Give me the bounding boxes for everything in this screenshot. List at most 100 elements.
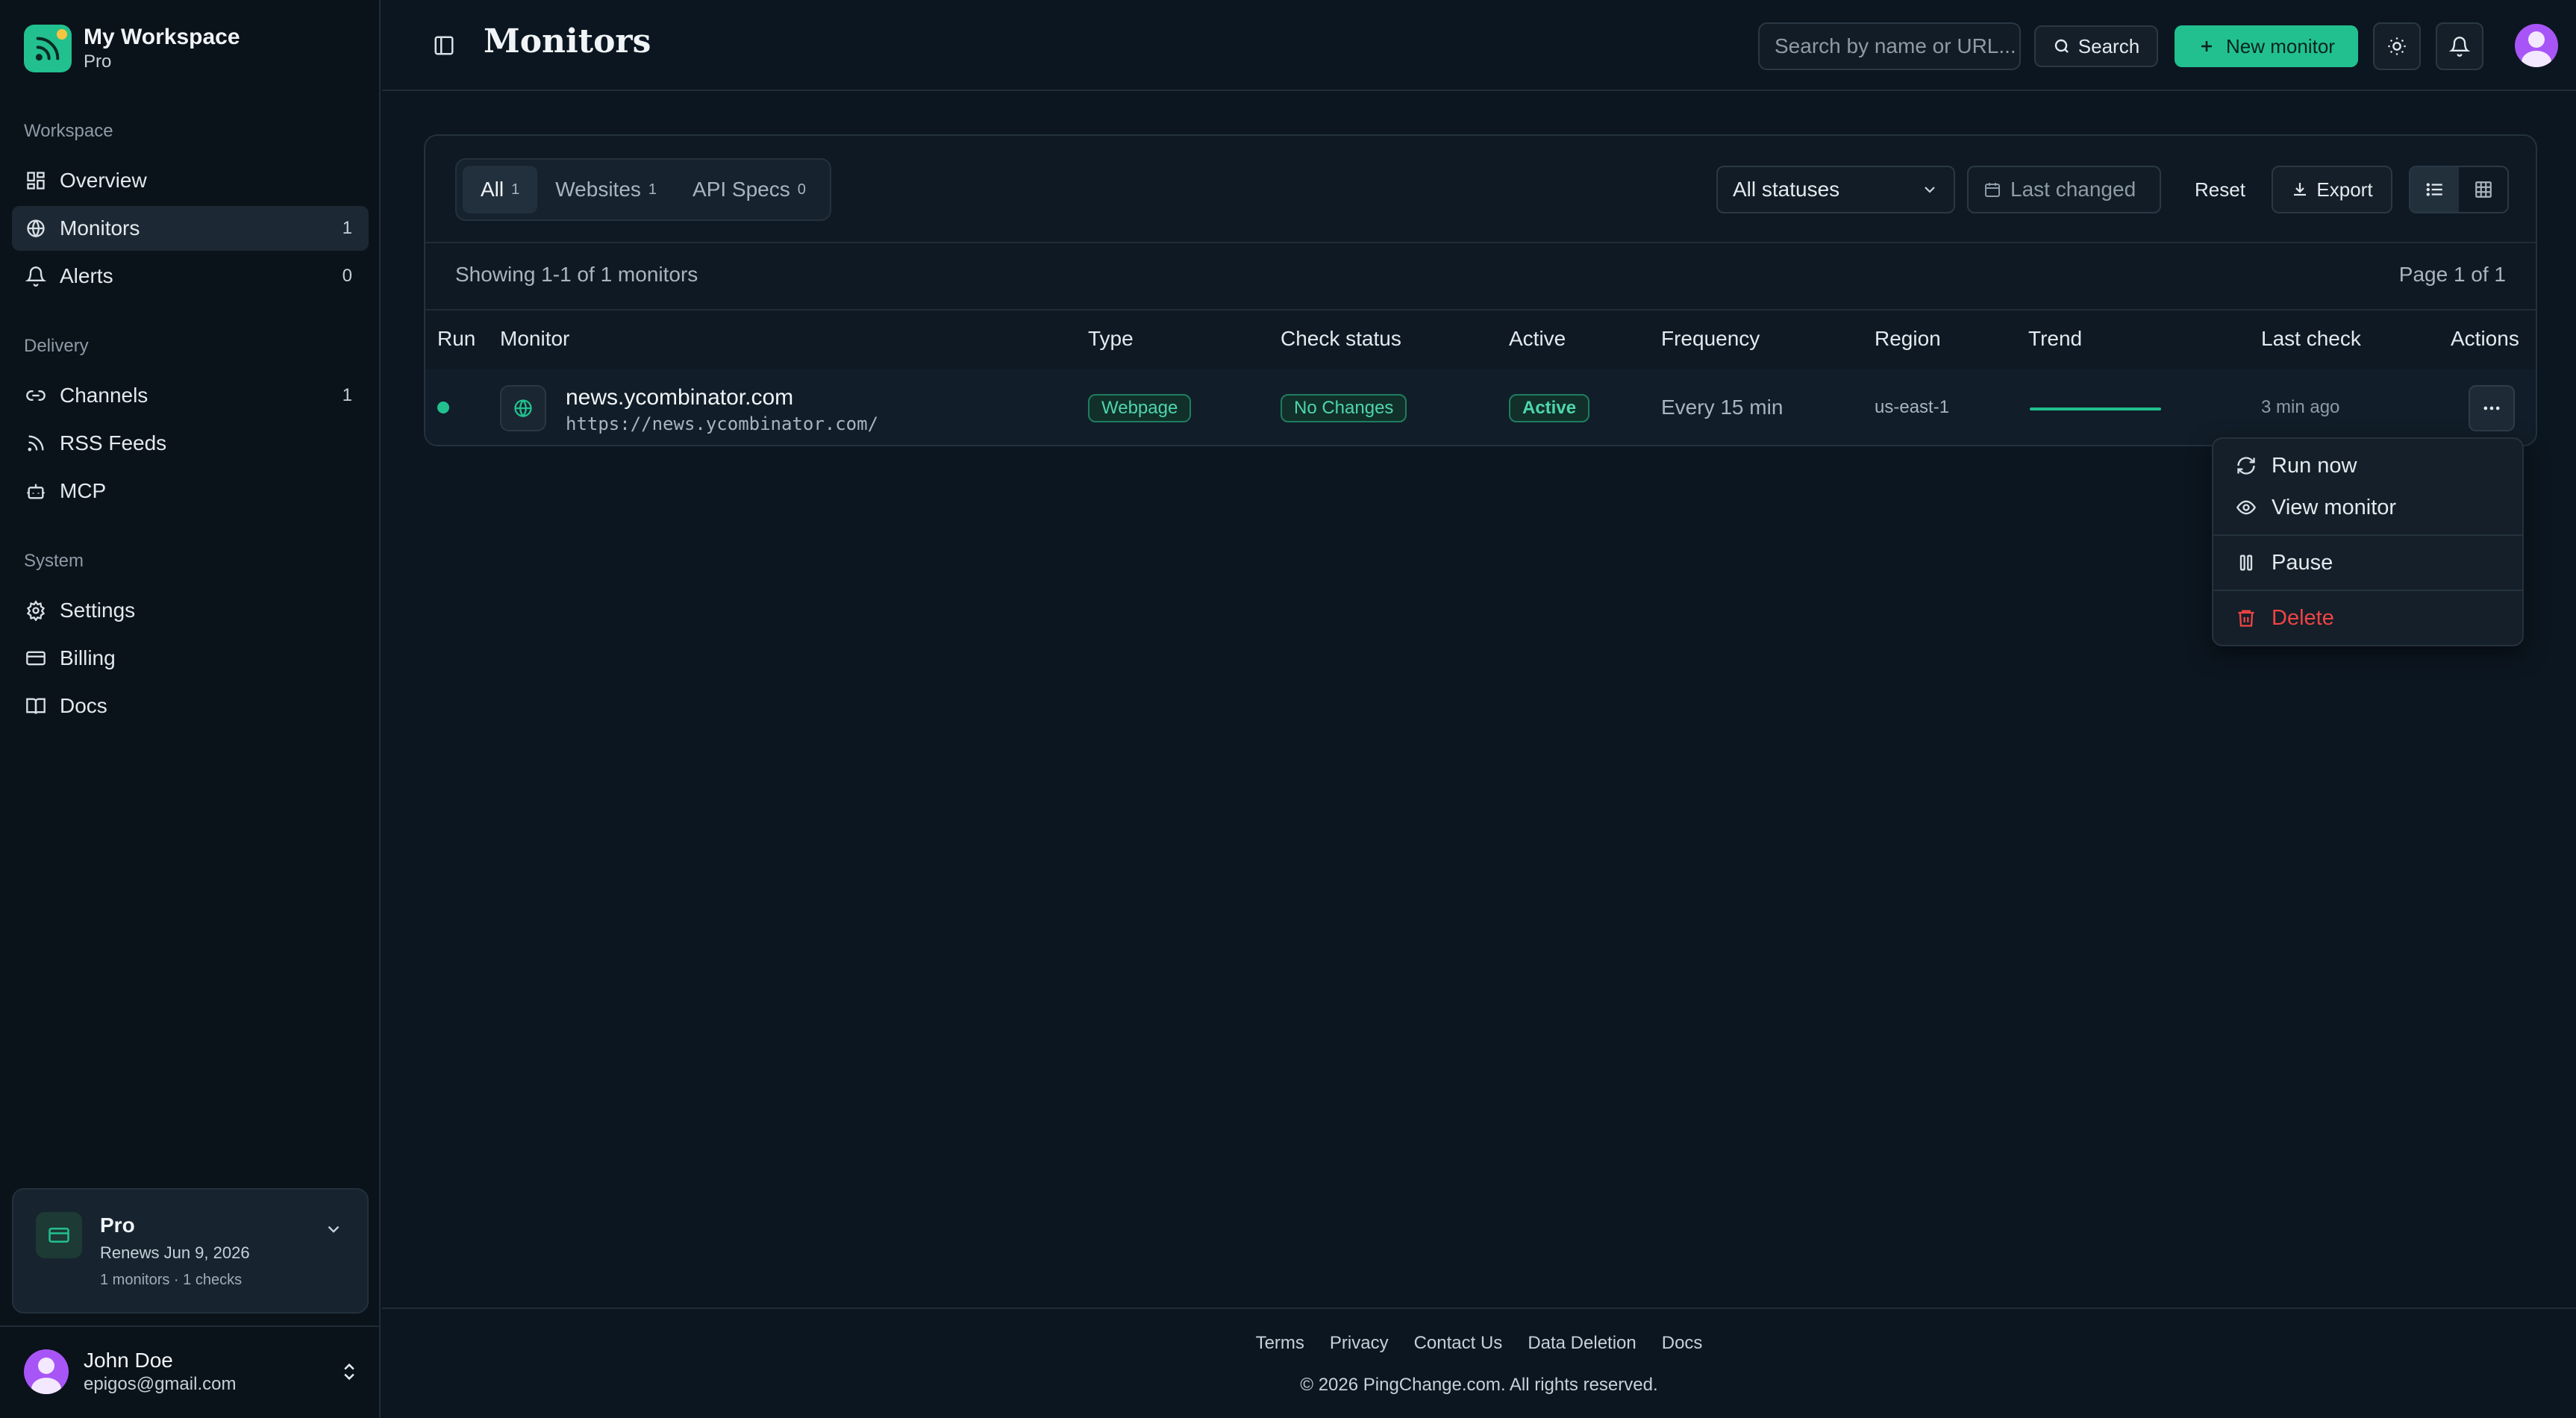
- sidebar-item-count: 0: [342, 266, 352, 286]
- status-filter-select[interactable]: All statuses: [1716, 166, 1955, 213]
- menu-separator: [2213, 534, 2522, 536]
- footer-link-privacy[interactable]: Privacy: [1330, 1333, 1389, 1354]
- column-header-run: Run: [437, 327, 476, 350]
- frequency-cell: Every 15 min: [1661, 396, 1783, 419]
- chevron-down-icon[interactable]: [324, 1219, 343, 1239]
- rss-icon: [24, 431, 48, 455]
- list-icon: [2425, 180, 2445, 199]
- sidebar-divider: [0, 1325, 379, 1327]
- sidebar-item-settings[interactable]: Settings: [12, 588, 369, 633]
- search-input[interactable]: [1758, 22, 2021, 70]
- divider: [425, 309, 2536, 310]
- list-view-button[interactable]: [2410, 167, 2459, 212]
- results-summary: Showing 1-1 of 1 monitors: [455, 263, 698, 286]
- reset-button[interactable]: Reset: [2172, 166, 2269, 213]
- sidebar-item-alerts[interactable]: Alerts 0: [12, 254, 369, 299]
- sidebar: My Workspace Pro Workspace Overview Moni…: [0, 0, 381, 1418]
- download-icon: [2291, 181, 2309, 199]
- column-header-last-check: Last check: [2261, 327, 2361, 350]
- export-label: Export: [2316, 178, 2373, 201]
- sidebar-toggle-icon[interactable]: [433, 34, 455, 57]
- tab-api-specs[interactable]: API Specs 0: [675, 166, 824, 213]
- sidebar-item-label: Channels: [60, 384, 149, 407]
- chevron-down-icon: [1921, 181, 1939, 199]
- menu-item-run-now[interactable]: Run now: [2222, 445, 2515, 487]
- tab-label: All: [481, 178, 504, 201]
- sidebar-item-overview[interactable]: Overview: [12, 158, 369, 203]
- bot-icon: [24, 479, 48, 503]
- theme-toggle-button[interactable]: [2373, 22, 2421, 70]
- region-cell: us-east-1: [1875, 397, 1950, 417]
- new-monitor-button[interactable]: New monitor: [2175, 25, 2358, 67]
- workspace-plan: Pro: [84, 51, 112, 72]
- date-filter-label: Last changed: [2010, 178, 2136, 201]
- globe-icon: [24, 216, 48, 240]
- sidebar-item-label: RSS Feeds: [60, 431, 167, 455]
- sidebar-item-label: Settings: [60, 599, 136, 622]
- menu-item-delete[interactable]: Delete: [2222, 597, 2515, 639]
- credit-card-icon: [24, 646, 48, 670]
- status-filter-value: All statuses: [1733, 178, 1840, 201]
- column-header-actions: Actions: [2451, 327, 2519, 350]
- monitor-name[interactable]: news.ycombinator.com: [566, 385, 793, 410]
- sidebar-item-mcp[interactable]: MCP: [12, 469, 369, 513]
- credit-card-icon: [36, 1212, 82, 1258]
- sidebar-item-monitors[interactable]: Monitors 1: [12, 206, 369, 251]
- eye-icon: [2234, 496, 2258, 519]
- footer-link-docs[interactable]: Docs: [1662, 1333, 1703, 1354]
- new-monitor-label: New monitor: [2226, 34, 2335, 57]
- view-toggle: [2409, 166, 2509, 213]
- monitor-url: https://news.ycombinator.com/: [566, 413, 879, 434]
- search-button[interactable]: Search: [2034, 25, 2158, 67]
- column-header-trend: Trend: [2028, 327, 2083, 350]
- footer-divider: [382, 1308, 2576, 1309]
- top-header: Monitors Search New monitor: [382, 0, 2576, 91]
- notifications-button[interactable]: [2436, 22, 2483, 70]
- row-actions-button[interactable]: [2469, 385, 2515, 431]
- table-row[interactable]: news.ycombinator.com https://news.ycombi…: [425, 369, 2536, 445]
- menu-separator: [2213, 590, 2522, 591]
- sidebar-item-label: MCP: [60, 479, 107, 502]
- sidebar-item-docs[interactable]: Docs: [12, 684, 369, 728]
- trash-icon: [2234, 606, 2258, 630]
- tab-all[interactable]: All 1: [463, 166, 538, 213]
- menu-item-label: Delete: [2272, 605, 2334, 630]
- bell-icon: [2449, 36, 2470, 57]
- column-header-type: Type: [1088, 327, 1134, 350]
- active-badge: Active: [1509, 394, 1590, 422]
- row-actions-menu: Run now View monitor Pause Delete: [2212, 437, 2524, 646]
- footer-link-terms[interactable]: Terms: [1256, 1333, 1304, 1354]
- sidebar-item-label: Docs: [60, 694, 107, 717]
- sidebar-item-billing[interactable]: Billing: [12, 636, 369, 681]
- plus-icon: [2198, 37, 2216, 55]
- tab-count: 0: [797, 181, 806, 198]
- sidebar-item-channels[interactable]: Channels 1: [12, 373, 369, 418]
- workspace-switcher[interactable]: My Workspace Pro: [24, 24, 240, 73]
- grid-icon: [24, 169, 48, 193]
- plan-name: Pro: [100, 1214, 135, 1237]
- menu-item-view-monitor[interactable]: View monitor: [2222, 487, 2515, 528]
- bell-icon: [24, 264, 48, 288]
- date-filter-button[interactable]: Last changed: [1967, 166, 2161, 213]
- user-name: John Doe: [84, 1349, 173, 1372]
- book-icon: [24, 694, 48, 718]
- footer-link-contact[interactable]: Contact Us: [1414, 1333, 1503, 1354]
- more-horizontal-icon: [2481, 398, 2502, 419]
- sidebar-item-rss-feeds[interactable]: RSS Feeds: [12, 421, 369, 466]
- link-icon: [24, 384, 48, 407]
- user-menu[interactable]: John Doe epigos@gmail.com: [24, 1348, 360, 1396]
- menu-item-pause[interactable]: Pause: [2222, 542, 2515, 584]
- tab-label: Websites: [555, 178, 641, 201]
- menu-item-label: Pause: [2272, 550, 2333, 575]
- gear-icon: [24, 599, 48, 622]
- page-title: Monitors: [484, 22, 651, 60]
- export-button[interactable]: Export: [2272, 166, 2392, 213]
- grid-view-button[interactable]: [2459, 167, 2507, 212]
- check-status-badge: No Changes: [1281, 394, 1407, 422]
- footer-link-data-deletion[interactable]: Data Deletion: [1528, 1333, 1636, 1354]
- sidebar-item-count: 1: [342, 385, 352, 405]
- plan-card[interactable]: Pro Renews Jun 9, 2026 1 monitors · 1 ch…: [12, 1188, 369, 1314]
- avatar[interactable]: [2515, 24, 2558, 67]
- nav-section-system: System: [24, 551, 84, 571]
- tab-websites[interactable]: Websites 1: [537, 166, 675, 213]
